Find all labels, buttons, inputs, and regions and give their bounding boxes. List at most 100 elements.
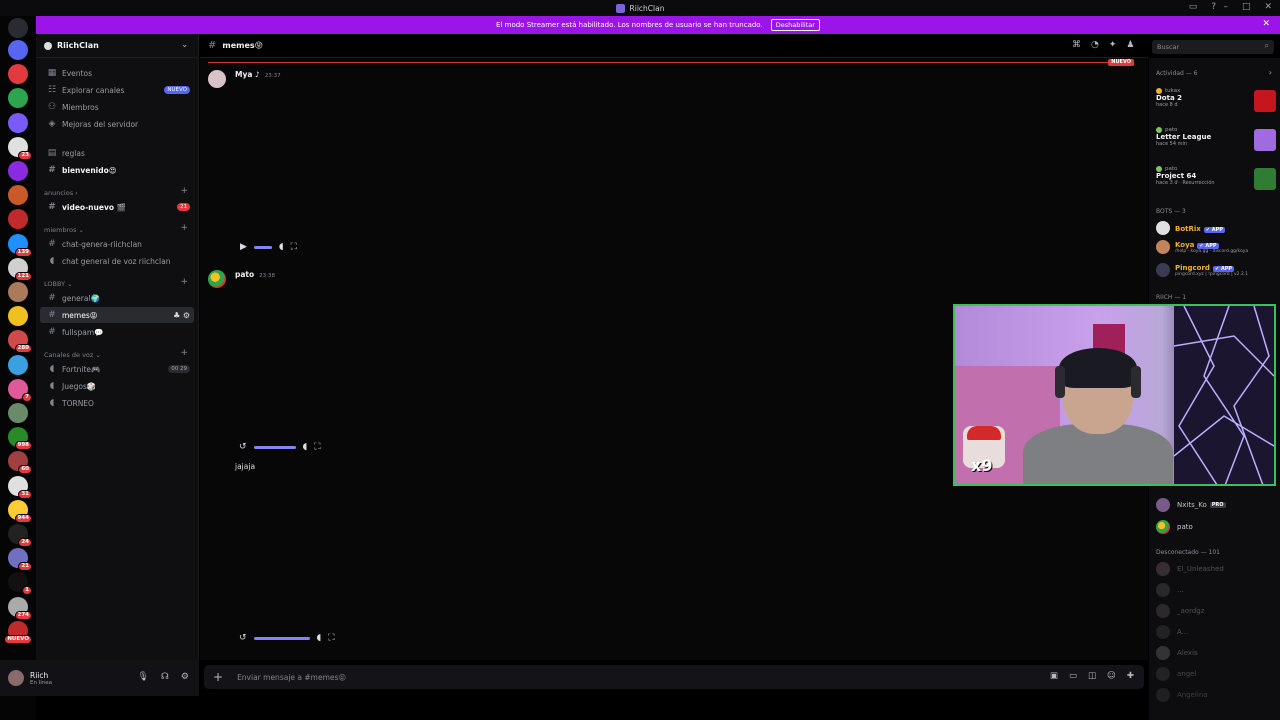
server-icon[interactable]: 121 (8, 257, 32, 281)
discord-home-icon[interactable] (8, 18, 28, 38)
message-author[interactable]: Mya ♪ 23:37 (235, 70, 281, 88)
help-icon[interactable]: ? (1211, 2, 1216, 12)
speaker-icon[interactable]: ◖ (317, 633, 322, 643)
inbox-icon[interactable]: ▭ (1189, 2, 1198, 12)
member-item[interactable]: angel (1156, 667, 1196, 681)
add-channel-icon[interactable]: + (180, 186, 188, 196)
category-miembros[interactable]: miembros ⌄ (44, 226, 84, 234)
play-icon[interactable]: ▶ (240, 242, 247, 252)
server-icon[interactable] (8, 112, 28, 133)
fullscreen-icon[interactable]: ⛶ (291, 242, 297, 252)
fullscreen-icon[interactable]: ⛶ (314, 442, 320, 452)
server-icon[interactable]: 7 (8, 378, 32, 402)
close-icon[interactable]: ✕ (1262, 19, 1270, 29)
server-icon[interactable]: 23 (8, 136, 32, 160)
category-lobby[interactable]: LOBBY ⌄ (44, 280, 73, 288)
server-icon[interactable] (8, 403, 28, 423)
headphones-icon[interactable]: ☊ (161, 672, 169, 682)
maximize-button[interactable]: □ (1242, 2, 1251, 12)
replay-icon[interactable]: ↺ (239, 633, 247, 643)
server-icon[interactable] (8, 161, 28, 181)
replay-icon[interactable]: ↺ (239, 442, 247, 452)
server-icon[interactable]: 24 (8, 524, 32, 547)
gif-icon[interactable]: ▭ (1069, 671, 1077, 681)
member-item[interactable]: A... (1156, 625, 1188, 639)
add-channel-icon[interactable]: + (180, 348, 188, 358)
nav-boosts[interactable]: ◈ Mejoras del servidor (40, 116, 194, 132)
bot-item[interactable]: Koya ✔ APP/help · koya.gg · discord.gg/ko… (1156, 240, 1276, 254)
server-icon[interactable]: 280 (8, 330, 32, 354)
channel-chat-genera[interactable]: # chat-genera-riichclan (40, 236, 194, 252)
server-icon[interactable]: 21 (8, 548, 32, 572)
channel-fullspam[interactable]: # fullspam💬 (40, 324, 194, 340)
activity-card[interactable]: pato Letter League hace 54 min (1156, 127, 1276, 161)
server-icon[interactable] (8, 306, 28, 327)
server-header[interactable]: RiichClan ⌄ (36, 34, 198, 58)
member-item[interactable]: ... (1156, 583, 1184, 597)
add-attachment-icon[interactable]: + (213, 670, 223, 684)
server-icon[interactable]: 139 (8, 233, 32, 257)
member-item[interactable]: Angelina (1156, 688, 1208, 702)
member-list-icon[interactable]: ♟ (1126, 40, 1134, 50)
activity-card[interactable]: pato Project 64 hace 3 d · Resurrección (1156, 166, 1276, 200)
add-channel-icon[interactable]: + (180, 277, 188, 287)
gear-icon[interactable]: ⚙ (181, 672, 189, 682)
threads-icon[interactable]: ⌘ (1072, 40, 1081, 50)
server-icon[interactable]: 31 (8, 475, 32, 499)
add-channel-icon[interactable]: + (180, 223, 188, 233)
bot-item[interactable]: Pingcord ✔ APP pingcord.xyz | !pingcord | … (1156, 263, 1276, 277)
channel-reglas[interactable]: ▤ reglas (40, 145, 194, 161)
member-item[interactable]: Alexis (1156, 646, 1198, 660)
channel-memes[interactable]: # memes😝 ♣ ⚙ (40, 307, 194, 323)
server-icon[interactable] (8, 354, 28, 375)
category-voz[interactable]: Canales de voz ⌄ (44, 351, 101, 359)
server-icon[interactable]: 274 (8, 596, 32, 620)
channel-video-nuevo[interactable]: # video-nuevo 🎬 (40, 199, 194, 215)
server-icon[interactable] (8, 40, 28, 60)
disable-streamer-button[interactable]: Deshabilitar (770, 19, 820, 31)
volume-slider[interactable] (253, 445, 296, 449)
settings-icon[interactable]: ♣ ⚙ (173, 311, 190, 320)
channel-torneo[interactable]: ◖ TORNEO (40, 395, 194, 411)
server-icon[interactable] (8, 282, 28, 302)
message-author[interactable]: pato 23:38 (235, 270, 275, 288)
member-item[interactable]: El_Unleashed (1156, 562, 1224, 576)
bot-item[interactable]: BotRix ✔ APP (1156, 221, 1276, 235)
apps-icon[interactable]: ✚ (1127, 671, 1134, 681)
server-icon[interactable] (8, 64, 28, 85)
speaker-icon[interactable]: ◖ (279, 242, 284, 252)
server-icon[interactable] (8, 88, 28, 109)
server-icon[interactable] (8, 209, 28, 230)
message-composer[interactable]: + Enviar mensaje a #memes😝 ▣ ▭ ◫ ☺ ✚ (204, 665, 1144, 689)
avatar[interactable] (208, 70, 226, 88)
server-icon[interactable]: NUEVO (4, 620, 32, 644)
channel-chat-voz[interactable]: ◖ chat general de voz riichclan (40, 253, 194, 269)
server-icon[interactable]: 998 (8, 427, 32, 451)
avatar[interactable] (8, 670, 24, 686)
close-window-button[interactable]: ✕ (1264, 2, 1272, 12)
member-item[interactable]: Nxits_Ko PRO (1156, 498, 1226, 512)
search-input[interactable]: Buscar ⌕ (1152, 40, 1274, 54)
speaker-icon[interactable]: ◖ (303, 442, 308, 452)
server-icon[interactable] (8, 185, 28, 206)
nav-events[interactable]: ▦ Eventos (40, 65, 194, 81)
activity-card[interactable]: tukax Dota 2 hace 8 d (1156, 88, 1276, 122)
channel-juegos[interactable]: ◖ Juegos🎲 (40, 378, 194, 394)
gift-icon[interactable]: ▣ (1050, 671, 1058, 681)
bell-icon[interactable]: ◔ (1091, 40, 1099, 50)
emoji-icon[interactable]: ☺ (1107, 671, 1116, 681)
member-item[interactable]: pato (1156, 520, 1193, 534)
volume-slider[interactable] (253, 636, 310, 640)
channel-bienvenido[interactable]: # bienvenido😍 (40, 162, 194, 178)
member-item[interactable]: _aordgz (1156, 604, 1204, 618)
nav-members[interactable]: ⚇ Miembros (40, 99, 194, 115)
volume-slider[interactable] (253, 245, 272, 249)
server-icon[interactable]: 60 (8, 451, 32, 475)
chevron-right-icon[interactable]: › (1269, 68, 1272, 77)
avatar[interactable] (208, 270, 226, 288)
pin-icon[interactable]: ✦ (1109, 40, 1117, 50)
fullscreen-icon[interactable]: ⛶ (328, 633, 334, 643)
minimize-button[interactable]: – (1223, 2, 1228, 12)
server-icon[interactable]: 944 (8, 499, 32, 523)
sticker-icon[interactable]: ◫ (1088, 671, 1096, 681)
